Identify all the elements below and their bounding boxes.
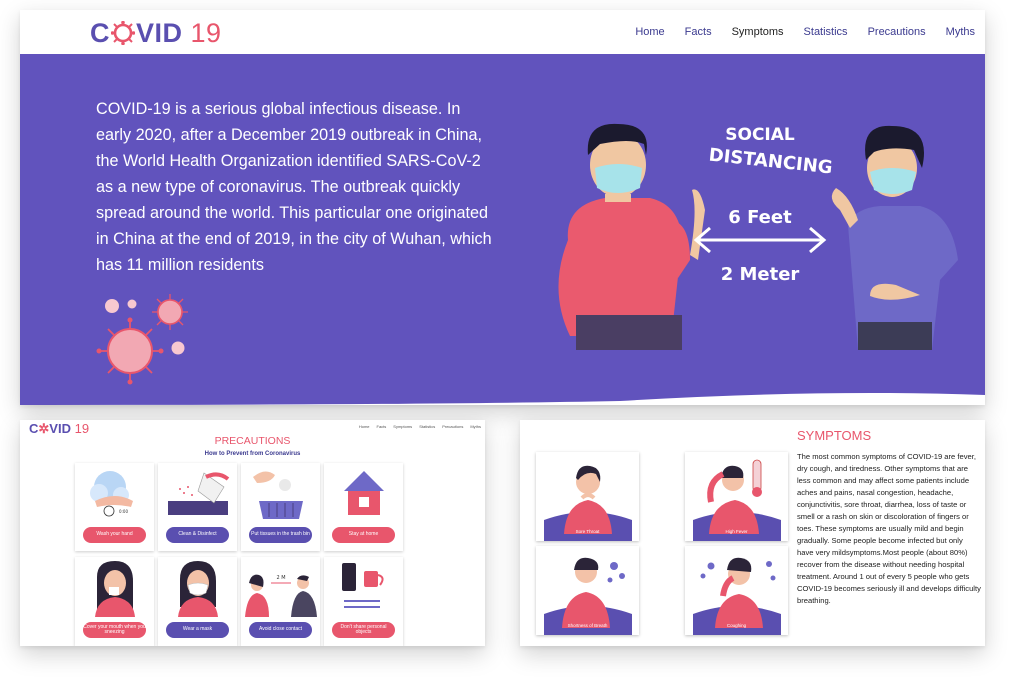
nav-facts[interactable]: Facts: [685, 26, 712, 38]
distance-mark: 2 M: [276, 575, 285, 581]
symptom-label: Coughing: [726, 623, 747, 628]
mini-header: C✲VID 19 Home Facts Symptoms Statistics …: [20, 420, 485, 436]
symptom-tile-sore-throat[interactable]: Sore Throat: [536, 452, 639, 541]
mini-nav-precautions[interactable]: Precautions: [442, 424, 463, 429]
precaution-label: Don't share personal objects: [332, 622, 395, 638]
symptoms-description: The most common symptoms of COVID-19 are…: [797, 452, 981, 605]
precaution-tile-avoid-contact[interactable]: 2 M Avoid close contact: [241, 557, 320, 646]
precaution-tile-tissues[interactable]: Put tissues in the trash bin: [241, 463, 320, 551]
precaution-tile-clean[interactable]: Clean & Disinfect: [158, 463, 237, 551]
mini-logo-vid: VID: [49, 421, 71, 436]
nav-symptoms[interactable]: Symptoms: [732, 26, 784, 38]
symptom-tile-shortness-breath[interactable]: Shortness of Breath: [536, 546, 639, 635]
hero-description: COVID-19 is a serious global infectious …: [96, 100, 492, 274]
mini-nav-myths[interactable]: Myths: [470, 424, 481, 429]
mini-virus-o-icon: ✲: [38, 421, 50, 436]
precaution-label: Avoid close contact: [249, 622, 312, 638]
precautions-screenshot: C✲VID 19 Home Facts Symptoms Statistics …: [20, 420, 485, 646]
nav-precautions[interactable]: Precautions: [868, 26, 926, 38]
logo-letter-c: C: [90, 18, 110, 48]
double-arrow-icon: [693, 226, 827, 254]
precaution-tile-mask[interactable]: Wear a mask: [158, 557, 237, 646]
virus-cluster-icon: [96, 294, 188, 385]
mini-nav-home[interactable]: Home: [359, 424, 370, 429]
mini-nav: Home Facts Symptoms Statistics Precautio…: [359, 424, 481, 429]
precaution-label: Cover your mouth when you sneezing: [83, 622, 146, 638]
precaution-label: Stay at home: [332, 527, 395, 543]
sneezing-person-icon: [95, 561, 135, 617]
logo-letters-vid: VID: [136, 18, 183, 48]
precaution-tile-cover-mouth[interactable]: Cover your mouth when you sneezing: [75, 557, 154, 646]
trash-bin-icon: [253, 471, 303, 519]
nav-home[interactable]: Home: [635, 26, 664, 38]
virus-o-icon: [110, 20, 136, 46]
symptoms-title: SYMPTOMS: [797, 428, 872, 443]
masked-person-icon: [178, 561, 218, 617]
main-nav: Home Facts Symptoms Statistics Precautio…: [635, 26, 975, 38]
hero-banner: COVID-19 is a serious global infectious …: [20, 54, 985, 405]
shortness-breath-icon: [544, 557, 632, 635]
precaution-label: Put tissues in the trash bin: [249, 527, 312, 543]
hand-wash-icon: 0:00: [90, 471, 133, 517]
precaution-label: Wear a mask: [166, 622, 229, 638]
house-icon: [344, 471, 384, 515]
precaution-label: Wash your hand: [83, 527, 146, 543]
coughing-icon: [693, 557, 781, 635]
precaution-label: Clean & Disinfect: [166, 527, 229, 543]
sore-throat-icon: [544, 465, 632, 541]
distance-people-icon: 2 M: [245, 574, 317, 617]
timer-text: 0:00: [119, 509, 128, 514]
social-distancing-illustration: SOCIAL DISTANCING 6 Feet 2 Meter: [558, 123, 958, 350]
precautions-subtitle: How to Prevent from Coronavirus: [204, 451, 301, 457]
distance-meter: 2 Meter: [721, 264, 800, 285]
spray-bottle-icon: [168, 472, 230, 515]
site-logo[interactable]: C VID 19: [90, 18, 222, 49]
mini-nav-statistics[interactable]: Statistics: [419, 424, 435, 429]
symptom-label: High Fever: [725, 529, 748, 534]
hero-screenshot: C VID 19 Home Facts Symptoms Statistics P…: [20, 10, 985, 405]
precautions-title: PRECAUTIONS: [214, 435, 291, 447]
nav-myths[interactable]: Myths: [946, 26, 975, 38]
mini-nav-facts[interactable]: Facts: [377, 424, 387, 429]
mini-nav-symptoms[interactable]: Symptoms: [393, 424, 412, 429]
illustration-title-line1: SOCIAL: [725, 125, 795, 145]
symptom-label: Shortness of Breath: [567, 623, 608, 628]
personal-objects-icon: [342, 563, 384, 608]
symptoms-screenshot: Sore Throat High Fever Shortness of Brea…: [520, 420, 985, 646]
mini-logo-num: 19: [74, 421, 90, 436]
precaution-tile-dont-share[interactable]: Don't share personal objects: [324, 557, 403, 646]
nav-statistics[interactable]: Statistics: [804, 26, 848, 38]
symptom-label: Sore Throat: [575, 529, 600, 534]
hero-wave-divider: [20, 393, 985, 405]
site-header: C VID 19 Home Facts Symptoms Statistics P…: [20, 10, 985, 54]
illustration-title-line2: DISTANCING: [708, 145, 834, 179]
precaution-tile-wash-hands[interactable]: 0:00 Wash your hand: [75, 463, 154, 551]
distance-feet: 6 Feet: [728, 207, 792, 228]
symptom-tile-high-fever[interactable]: High Fever: [685, 452, 788, 541]
mini-logo-c: C: [29, 421, 39, 436]
symptom-tile-coughing[interactable]: Coughing: [685, 546, 788, 635]
logo-number: 19: [190, 18, 222, 48]
fever-thermometer-icon: [693, 459, 781, 541]
precaution-tile-stay-home[interactable]: Stay at home: [324, 463, 403, 551]
